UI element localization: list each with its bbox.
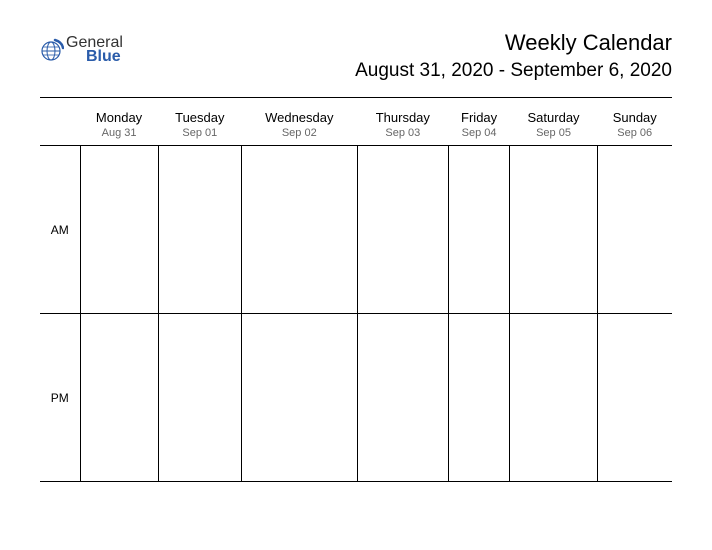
- calendar-cell: [242, 314, 358, 482]
- day-name: Thursday: [357, 110, 449, 125]
- day-header: Sunday Sep 06: [597, 106, 672, 146]
- logo-globe-icon: [40, 38, 64, 62]
- header: General Blue Weekly Calendar August 31, …: [40, 30, 672, 82]
- day-name: Sunday: [597, 110, 672, 125]
- day-date: Sep 01: [158, 127, 241, 145]
- day-header: Saturday Sep 05: [510, 106, 598, 146]
- day-name: Monday: [80, 110, 158, 125]
- calendar-cell: [357, 146, 449, 314]
- calendar-cell: [357, 314, 449, 482]
- day-name: Tuesday: [158, 110, 241, 125]
- day-date: Sep 03: [357, 127, 449, 145]
- calendar-cell: [510, 314, 598, 482]
- time-column-header: [40, 106, 80, 146]
- day-header: Tuesday Sep 01: [158, 106, 241, 146]
- day-header: Monday Aug 31: [80, 106, 158, 146]
- am-row: AM: [40, 146, 672, 314]
- calendar-grid: Monday Aug 31 Tuesday Sep 01 Wednesday S…: [40, 106, 672, 482]
- day-header: Wednesday Sep 02: [242, 106, 358, 146]
- day-name: Friday: [449, 110, 510, 125]
- calendar-cell: [242, 146, 358, 314]
- day-date: Sep 05: [510, 127, 598, 145]
- title-block: Weekly Calendar August 31, 2020 - Septem…: [355, 30, 672, 82]
- day-date: Sep 02: [242, 127, 358, 145]
- day-header: Thursday Sep 03: [357, 106, 449, 146]
- calendar-cell: [80, 146, 158, 314]
- day-header: Friday Sep 04: [449, 106, 510, 146]
- day-name: Wednesday: [242, 110, 358, 125]
- calendar-cell: [449, 314, 510, 482]
- period-label-am: AM: [40, 146, 80, 314]
- page-title: Weekly Calendar: [355, 30, 672, 56]
- day-name: Saturday: [510, 110, 598, 125]
- date-range: August 31, 2020 - September 6, 2020: [355, 60, 672, 82]
- calendar-cell: [158, 314, 241, 482]
- calendar-cell: [597, 146, 672, 314]
- day-date: Sep 06: [597, 127, 672, 145]
- day-date: Sep 04: [449, 127, 510, 145]
- logo-text-bottom: Blue: [86, 49, 123, 65]
- logo: General Blue: [40, 35, 123, 65]
- calendar-cell: [80, 314, 158, 482]
- period-label-pm: PM: [40, 314, 80, 482]
- calendar-cell: [597, 314, 672, 482]
- day-header-row: Monday Aug 31 Tuesday Sep 01 Wednesday S…: [40, 106, 672, 146]
- header-divider: [40, 97, 672, 98]
- calendar-cell: [158, 146, 241, 314]
- pm-row: PM: [40, 314, 672, 482]
- calendar-cell: [510, 146, 598, 314]
- day-date: Aug 31: [80, 127, 158, 145]
- calendar-cell: [449, 146, 510, 314]
